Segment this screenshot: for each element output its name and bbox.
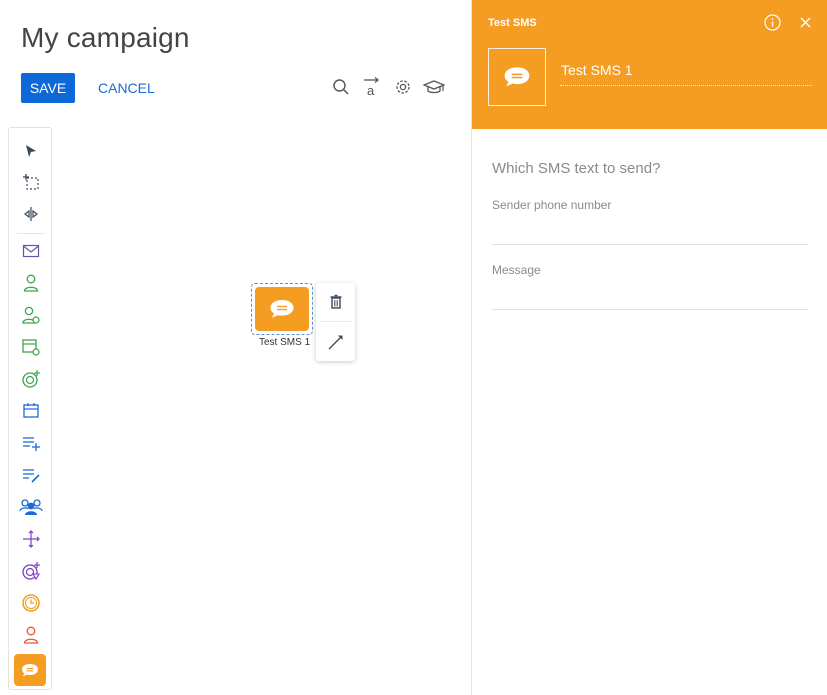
svg-text:a: a [367,83,375,98]
message-field[interactable]: Message [492,263,808,310]
target-filter-icon[interactable] [18,558,44,584]
text-format-icon[interactable]: a [361,76,383,98]
edit-list-icon[interactable] [18,462,44,488]
gear-icon[interactable] [392,76,414,98]
sms-bubble-icon[interactable] [255,287,309,331]
page-title: My campaign [21,22,190,53]
pointer-icon[interactable] [18,138,44,164]
sender-phone-label: Sender phone number [492,198,612,212]
cancel-button[interactable]: CANCEL [91,73,162,103]
graduation-cap-icon[interactable] [423,76,445,98]
canvas-node-label: Test SMS 1 [259,337,311,348]
delete-icon[interactable] [316,283,355,321]
panel-title: Test SMS [488,17,537,29]
panel-header: Test SMS Test SMS 1 [472,0,827,129]
message-label: Message [492,263,541,277]
element-type-icon [488,48,546,106]
target-add-icon[interactable] [18,366,44,392]
timer-icon[interactable] [18,590,44,616]
contact-icon[interactable] [18,622,44,648]
selection-icon[interactable] [18,169,44,195]
move-icon[interactable] [18,526,44,552]
close-icon[interactable] [797,14,814,31]
save-button[interactable]: SAVE [21,73,75,103]
connect-arrow-icon[interactable] [316,323,355,361]
sender-phone-field[interactable]: Sender phone number [492,198,808,245]
element-name-field[interactable]: Test SMS 1 [560,62,812,86]
audience-add-icon[interactable] [18,302,44,328]
node-context-menu [316,283,355,361]
info-icon[interactable] [764,14,781,31]
sms-question: Which SMS text to send? [492,160,661,177]
add-list-icon[interactable] [18,430,44,456]
element-properties-panel: Test SMS Test SMS 1 Which SMS text to se… [471,0,827,695]
split-icon[interactable] [18,201,44,227]
group-icon[interactable] [18,494,44,520]
campaign-designer: My campaign SAVE CANCEL a Test SMS 1 Tes… [0,0,827,695]
palette-divider [17,233,45,234]
calendar-add-icon[interactable] [18,334,44,360]
element-palette [8,127,52,690]
menu-divider [320,321,351,322]
search-icon[interactable] [330,76,352,98]
sms-icon[interactable] [14,654,46,686]
audience-icon[interactable] [18,270,44,296]
canvas-node-test-sms[interactable] [251,283,313,335]
calendar-icon[interactable] [18,398,44,424]
email-icon[interactable] [18,238,44,264]
